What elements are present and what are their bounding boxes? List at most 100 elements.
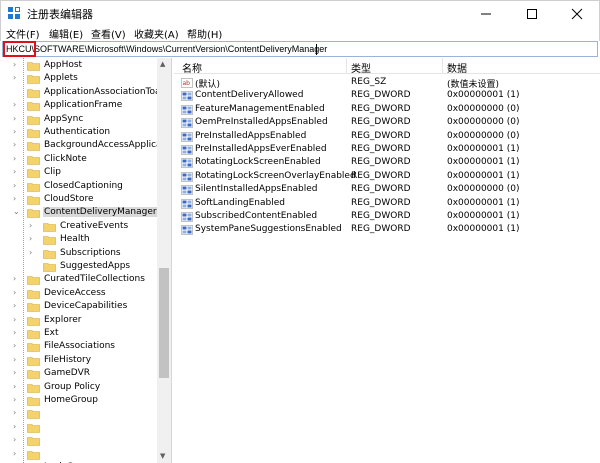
chevron-right-icon[interactable]: › [13,114,23,123]
tree-scrollbar[interactable]: ▲ ▼ [157,58,171,463]
folder-icon [27,397,40,406]
values-list[interactable]: 名称 类型 数据 ab (默认) REG_SZ (数值未设置) ContentDeliv… [174,58,600,463]
column-separator[interactable] [346,58,347,74]
registry-tree[interactable]: › AppHost › Applets ApplicationAssociationTo… [0,58,172,463]
menu-help[interactable]: 帮助(H) [187,26,222,41]
chevron-right-icon[interactable]: › [13,181,23,190]
chevron-right-icon[interactable]: › [13,408,23,417]
folder-icon [27,383,40,393]
tree-item-label: ContentDeliveryManager [43,207,158,218]
chevron-right-icon[interactable]: › [13,154,23,163]
list-item[interactable]: ContentDeliveryAllowed REG_DWORD 0x0000000… [174,90,600,103]
value-data: 0x00000001 (1) [447,90,520,101]
folder-icon [43,263,56,272]
value-name: RotatingLockScreenEnabled [195,157,321,168]
list-item[interactable]: RotatingLockScreenEnabled REG_DWORD 0x0000… [174,157,600,170]
tree-item-label: AppHost [44,60,83,70]
folder-icon [27,370,40,379]
column-separator[interactable] [442,58,443,74]
chevron-right-icon[interactable]: › [13,395,23,404]
value-type: REG_DWORD [351,90,411,101]
scroll-up-icon[interactable]: ▲ [160,60,165,68]
value-type: REG_DWORD [351,211,411,221]
binary-icon [181,91,193,102]
chevron-right-icon[interactable]: › [13,127,23,136]
chevron-right-icon[interactable]: › [29,248,39,257]
column-type-header[interactable]: 类型 [351,60,371,75]
scroll-down-icon[interactable]: ▼ [160,452,165,460]
list-item[interactable]: OemPreInstalledAppsEnabled REG_DWORD 0x000… [174,117,600,130]
value-type: REG_DWORD [351,157,411,168]
value-type: REG_DWORD [351,117,411,128]
folder-icon [43,249,56,259]
list-item[interactable]: SubscribedContentEnabled REG_DWORD 0x00000… [174,211,600,224]
chevron-right-icon[interactable]: › [13,140,23,149]
list-item[interactable]: RotatingLockScreenOverlayEnabled REG_DWOR… [174,171,600,184]
value-name: PreInstalledAppsEnabled [195,130,307,141]
menu-file[interactable]: 文件(F) [6,26,40,41]
menu-edit[interactable]: 编辑(E) [49,26,83,41]
value-data: 0x00000001 (1) [447,157,520,168]
folder-icon [27,303,40,312]
title-bar: 注册表编辑器 [0,0,600,24]
list-item[interactable]: SilentInstalledAppsEnabled REG_DWORD 0x000… [174,184,600,197]
menu-view[interactable]: 查看(V) [91,26,126,41]
chevron-right-icon[interactable]: › [13,435,23,444]
chevron-right-icon[interactable]: › [29,234,39,243]
value-name: SilentInstalledAppsEnabled [195,184,318,195]
chevron-right-icon[interactable]: › [13,194,23,203]
close-button[interactable] [554,1,600,25]
chevron-right-icon[interactable]: › [13,60,23,69]
folder-icon [27,75,40,85]
chevron-right-icon[interactable]: › [13,422,23,431]
chevron-right-icon[interactable]: › [13,355,23,364]
scroll-thumb[interactable] [159,268,169,378]
string-icon: ab [181,78,193,88]
value-data: 0x00000001 (1) [447,170,520,181]
folder-icon [27,356,40,366]
value-data: 0x00000001 (1) [447,144,520,154]
folder-icon [27,276,40,286]
window-title: 注册表编辑器 [27,8,93,21]
binary-icon [181,118,193,128]
list-item[interactable]: SoftLandingEnabled REG_DWORD 0x00000001 (1… [174,198,600,211]
list-item[interactable]: ab (默认) REG_SZ (数值未设置) [174,77,600,90]
tree-item-label: DeviceAccess [44,287,106,298]
value-data: 0x00000000 (0) [447,103,520,114]
column-data-header[interactable]: 数据 [447,60,467,75]
minimize-button[interactable] [463,1,509,25]
folder-icon [27,343,40,353]
tree-item-label: Applets [44,73,78,84]
chevron-right-icon[interactable]: › [13,328,23,337]
list-item[interactable]: PreInstalledAppsEverEnabled REG_DWORD 0x00… [174,144,600,157]
list-header: 名称 类型 数据 [174,58,600,75]
address-bar[interactable]: HKCU\SOFTWARE\Microsoft\Windows\CurrentV… [2,41,598,57]
chevron-right-icon[interactable]: › [13,382,23,391]
maximize-button[interactable] [509,1,555,25]
folder-icon [27,102,40,111]
list-item[interactable]: PreInstalledAppsEnabled REG_DWORD 0x000000… [174,131,600,144]
chevron-right-icon[interactable]: › [13,315,23,324]
list-item[interactable]: SystemPaneSuggestionsEnabled REG_DWORD 0x0… [174,224,600,237]
chevron-right-icon[interactable]: › [13,274,23,283]
value-data: 0x00000000 (0) [447,184,520,195]
chevron-right-icon[interactable]: › [13,167,23,176]
chevron-right-icon[interactable]: › [13,100,23,109]
value-name: (默认) [195,80,221,90]
folder-icon [27,330,40,339]
chevron-right-icon[interactable]: › [13,301,23,310]
chevron-right-icon[interactable]: › [13,368,23,377]
menu-favorites[interactable]: 收藏夹(A) [134,26,179,41]
chevron-right-icon[interactable]: › [13,449,23,458]
chevron-right-icon[interactable]: › [13,341,23,350]
list-item[interactable]: FeatureManagementEnabled REG_DWORD 0x00000… [174,104,600,117]
chevron-right-icon[interactable]: › [13,73,23,82]
value-name: SoftLandingEnabled [195,197,285,208]
chevron-right-icon[interactable]: › [29,221,39,230]
folder-icon [27,450,40,460]
chevron-down-icon[interactable]: ⌄ [13,207,23,216]
chevron-right-icon[interactable]: › [13,288,23,297]
column-name-header[interactable]: 名称 [182,60,202,75]
address-root-highlight [3,41,36,57]
close-icon [571,8,583,20]
